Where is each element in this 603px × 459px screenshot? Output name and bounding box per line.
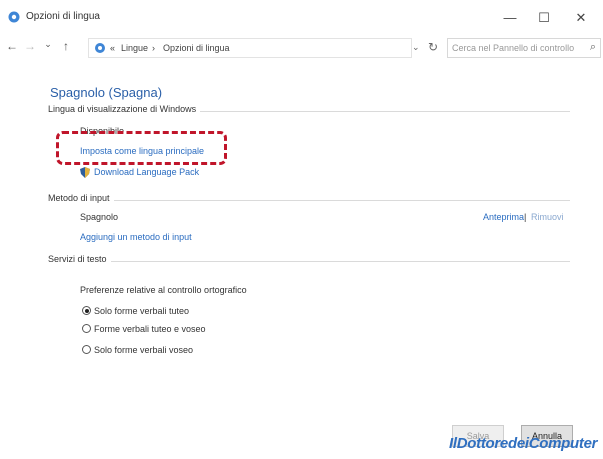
recent-locations-button[interactable]: ⌄: [40, 39, 56, 50]
breadcrumb-lingue[interactable]: Lingue: [121, 43, 148, 53]
input-method-name: Spagnolo: [80, 212, 119, 222]
close-button[interactable]: ✕: [564, 6, 598, 30]
breadcrumb-overflow[interactable]: «: [110, 43, 115, 53]
watermark-text: IlDottoredeiComputer: [449, 435, 598, 452]
control-panel-icon: [8, 11, 20, 23]
section-divider: [48, 261, 570, 262]
set-primary-language-link[interactable]: Imposta come lingua principale: [80, 146, 204, 156]
radio-tuteo-only[interactable]: [82, 306, 91, 315]
section-text-services: Servizi di testo: [48, 254, 570, 266]
shield-icon: [80, 167, 90, 178]
section-label: Metodo di input: [48, 193, 114, 203]
radio-voseo-only[interactable]: [82, 345, 91, 354]
download-language-pack-link[interactable]: Download Language Pack: [94, 167, 199, 177]
watermark-logo: IlDottoredeiComputer: [447, 433, 603, 459]
section-input-method: Metodo di input: [48, 193, 570, 205]
forward-button[interactable]: →: [22, 39, 38, 53]
breadcrumb-separator: ›: [152, 43, 155, 53]
radio-label[interactable]: Solo forme verbali tuteo: [94, 306, 189, 316]
back-button[interactable]: ←: [4, 39, 20, 53]
section-divider: [48, 200, 570, 201]
refresh-icon[interactable]: ↻: [428, 40, 438, 54]
preview-link[interactable]: Anteprima: [483, 212, 524, 222]
section-label: Lingua di visualizzazione di Windows: [48, 104, 201, 114]
remove-link[interactable]: Rimuovi: [531, 212, 564, 222]
address-dropdown-icon[interactable]: ⌄: [412, 42, 420, 53]
breadcrumb-opzioni-di-lingua[interactable]: Opzioni di lingua: [163, 43, 230, 53]
title-bar: Opzioni di lingua — ☐ ✕: [0, 0, 603, 34]
section-label: Servizi di testo: [48, 254, 111, 264]
spellcheck-heading: Preferenze relative al controllo ortogra…: [80, 285, 247, 295]
control-panel-icon: [95, 43, 105, 53]
radio-label[interactable]: Solo forme verbali voseo: [94, 345, 193, 355]
radio-label[interactable]: Forme verbali tuteo e voseo: [94, 324, 206, 334]
add-input-method-link[interactable]: Aggiungi un metodo di input: [80, 232, 192, 242]
search-icon[interactable]: ⌕: [590, 41, 596, 54]
section-display-language: Lingua di visualizzazione di Windows: [48, 104, 570, 116]
maximize-button[interactable]: ☐: [527, 6, 561, 30]
search-placeholder: Cerca nel Pannello di controllo: [452, 43, 575, 53]
radio-tuteo-and-voseo[interactable]: [82, 324, 91, 333]
minimize-button[interactable]: —: [493, 6, 527, 30]
up-button[interactable]: ↑: [58, 39, 74, 53]
window-title: Opzioni di lingua: [26, 11, 100, 22]
search-input[interactable]: Cerca nel Pannello di controllo ⌕: [447, 38, 601, 58]
link-separator: |: [524, 212, 527, 222]
page-title: Spagnolo (Spagna): [50, 85, 163, 100]
